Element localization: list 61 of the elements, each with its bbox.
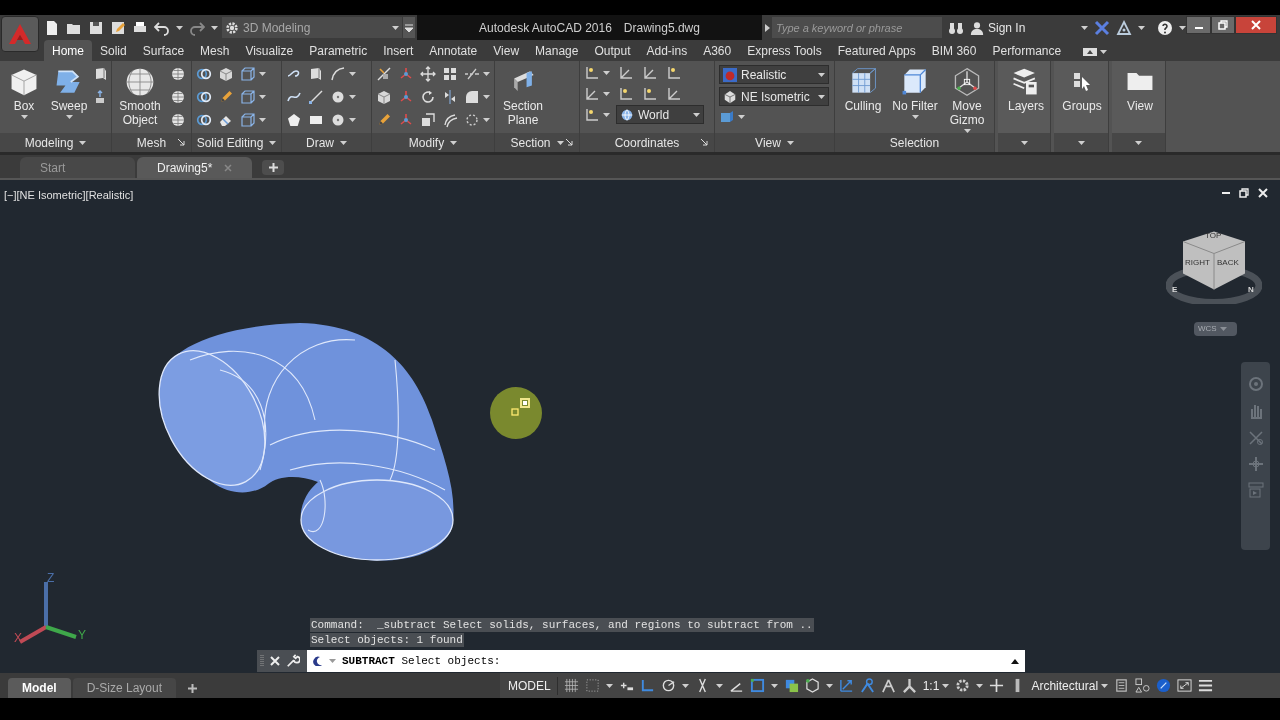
compass-letter[interactable]: N xyxy=(1248,286,1254,294)
ribbon-button[interactable]: Smooth Object xyxy=(116,61,164,133)
ribbon-tab[interactable]: Solid xyxy=(92,40,135,61)
ribbon-tab[interactable]: A360 xyxy=(695,40,740,61)
ribbon-tab[interactable]: Surface xyxy=(134,40,193,61)
ribbon-button[interactable]: Box xyxy=(3,61,45,133)
viewport-controls-label[interactable]: [−][NE Isometric][Realistic] xyxy=(4,187,134,204)
units-dropdown[interactable]: Architectural xyxy=(1031,676,1109,695)
panel-title: Mesh xyxy=(136,134,167,152)
model-space-button[interactable]: MODEL xyxy=(506,676,558,695)
ribbon-button[interactable]: Layers xyxy=(1002,61,1050,133)
ribbon-tab[interactable]: Home xyxy=(44,40,92,61)
axis-label: Z xyxy=(47,572,55,584)
ribbon-tab[interactable]: Visualize xyxy=(237,40,302,61)
ribbon-tab[interactable]: Manage xyxy=(527,40,587,61)
ribbon-button[interactable]: Section Plane xyxy=(499,61,547,133)
ribbon-tab[interactable]: Output xyxy=(586,40,639,61)
panel-title: Solid Editing xyxy=(196,134,264,152)
window-title: Autodesk AutoCAD 2016 xyxy=(479,19,612,37)
annotation-scale-dropdown[interactable]: 1:1 xyxy=(922,676,950,695)
axis-label: Y xyxy=(78,629,86,641)
compass-letter[interactable]: E xyxy=(1172,286,1178,294)
panel-title: Draw xyxy=(306,134,334,152)
sign-in-button[interactable]: Sign In xyxy=(970,18,1075,37)
ribbon-button[interactable]: Culling xyxy=(837,61,889,133)
command-line-field[interactable]: SUBTRACT Select objects: xyxy=(307,650,1025,672)
layout-tab[interactable]: D-Size Layout xyxy=(72,678,177,698)
ribbon-tab[interactable]: Add-ins xyxy=(638,40,696,61)
ribbon-tab[interactable]: BIM 360 xyxy=(923,40,985,61)
document-tab[interactable]: Drawing5* xyxy=(137,157,252,178)
ribbon-tab[interactable]: Annotate xyxy=(421,40,486,61)
ribbon-tab[interactable]: Insert xyxy=(375,40,422,61)
dropdown-field[interactable]: Realistic xyxy=(719,65,829,84)
cube-face-label[interactable]: TOP xyxy=(1205,232,1222,240)
panel-title: View xyxy=(755,134,781,152)
ribbon-button[interactable]: No Filter xyxy=(889,61,941,133)
ribbon-button[interactable]: View xyxy=(1116,61,1164,133)
panel-title: Modify xyxy=(408,134,445,152)
dropdown-field[interactable]: World xyxy=(616,105,704,124)
ribbon-tab[interactable]: Featured Apps xyxy=(829,40,924,61)
layout-tab[interactable]: Model xyxy=(8,678,71,698)
workspace-name: 3D Modeling xyxy=(243,19,312,37)
file-name: Drawing5.dwg xyxy=(623,19,700,37)
command-prompt: SUBTRACT Select objects: xyxy=(342,653,502,669)
cube-face-label[interactable]: BACK xyxy=(1217,259,1239,267)
ribbon-tab[interactable]: Express Tools xyxy=(739,40,830,61)
ribbon-button[interactable]: Groups xyxy=(1058,61,1106,133)
cube-face-label[interactable]: RIGHT xyxy=(1185,259,1210,267)
ribbon-button[interactable]: Sweep xyxy=(48,61,90,133)
dropdown-field[interactable]: NE Isometric xyxy=(719,87,829,106)
panel-title: Coordinates xyxy=(614,134,680,152)
ribbon-tab[interactable]: Mesh xyxy=(192,40,238,61)
ribbon-tab[interactable]: Performance xyxy=(984,40,1070,61)
ribbon-tab[interactable]: Parametric xyxy=(301,40,376,61)
ribbon-button[interactable]: Move Gizmo xyxy=(941,61,993,133)
ribbon-tab[interactable]: View xyxy=(485,40,528,61)
panel-title: Selection xyxy=(889,134,940,152)
workspace-dropdown[interactable]: 3D Modeling xyxy=(222,17,402,38)
panel-title: Section xyxy=(510,134,551,152)
panel-title: Modeling xyxy=(24,134,74,152)
search-field[interactable]: Type a keyword or phrase xyxy=(772,17,942,38)
